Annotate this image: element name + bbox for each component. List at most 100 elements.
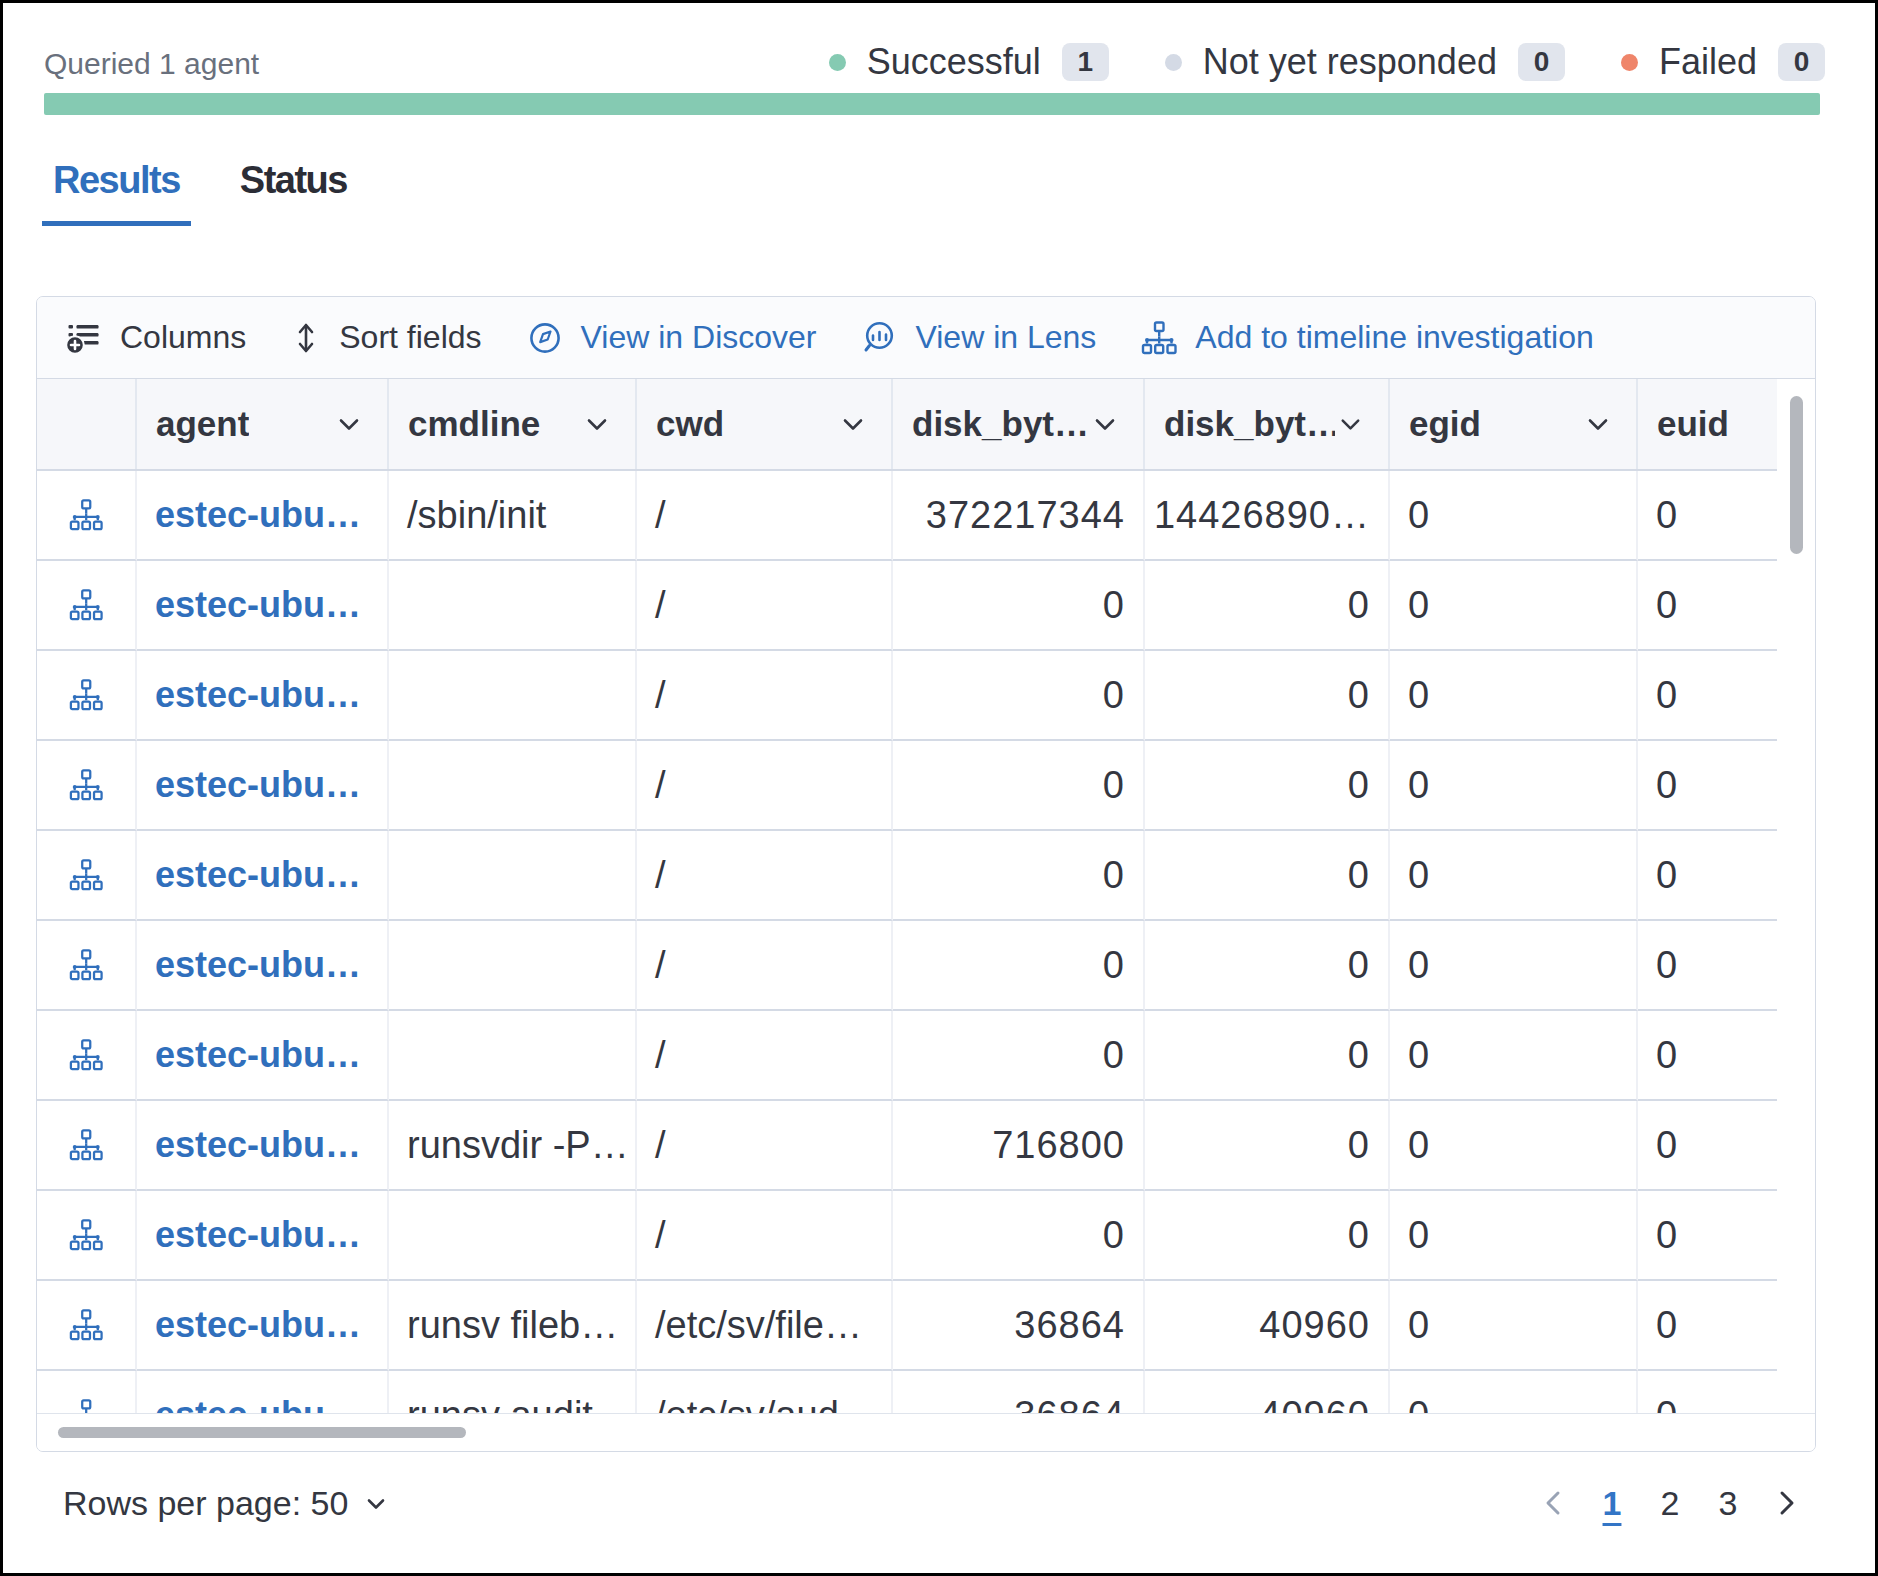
page-3-button[interactable]: 3 — [1706, 1478, 1750, 1528]
cell-disk-bytes-2: 14426890… — [1145, 471, 1390, 561]
cell-egid: 0 — [1390, 1191, 1638, 1281]
cell-euid: 0 — [1638, 1101, 1777, 1191]
column-header-cmdline[interactable]: cmdline — [389, 379, 637, 469]
cell-egid: 0 — [1390, 561, 1638, 651]
table-row: estec-ubu…/0000 — [37, 1191, 1777, 1281]
agent-link[interactable]: estec-ubu… — [155, 1034, 361, 1076]
columns-button[interactable]: Columns — [66, 319, 246, 356]
sort-icon — [291, 320, 321, 356]
failed-count-badge: 0 — [1778, 43, 1825, 82]
sort-chevron-icon — [1335, 408, 1366, 440]
page-2-button[interactable]: 2 — [1648, 1478, 1692, 1528]
cell-disk-bytes-2: 40960 — [1145, 1281, 1390, 1371]
column-header-label: cmdline — [408, 404, 540, 444]
cell-cmdline — [389, 921, 637, 1011]
cell-egid: 0 — [1390, 741, 1638, 831]
not-yet-responded-count-badge: 0 — [1518, 43, 1565, 82]
row-timeline-button[interactable] — [37, 921, 137, 1011]
row-timeline-button[interactable] — [37, 1191, 137, 1281]
agent-link[interactable]: estec-ubu… — [155, 1304, 361, 1346]
agent-link[interactable]: estec-ubu… — [155, 584, 361, 626]
cell-disk-bytes-1: 0 — [893, 651, 1145, 741]
legend-successful-label: Successful — [867, 41, 1041, 83]
view-in-discover-label: View in Discover — [581, 319, 817, 356]
column-header-label: agent — [156, 404, 249, 444]
agent-link[interactable]: estec-ubu… — [155, 944, 361, 986]
list-add-icon — [66, 320, 102, 356]
results-panel: Columns Sort fields View in Discover — [36, 296, 1816, 1452]
agent-link[interactable]: estec-ubu… — [155, 1124, 361, 1166]
agent-link[interactable]: estec-ubu… — [155, 764, 361, 806]
agent-link[interactable]: estec-ubu… — [155, 674, 361, 716]
cell-agent: estec-ubu… — [137, 471, 389, 561]
row-timeline-button[interactable] — [37, 831, 137, 921]
cell-euid: 0 — [1638, 831, 1777, 921]
column-header-euid: euid — [1638, 379, 1777, 469]
row-timeline-button[interactable] — [37, 1101, 137, 1191]
cell-cmdline: /sbin/init — [389, 471, 637, 561]
cell-euid: 0 — [1638, 651, 1777, 741]
cell-cmdline — [389, 1011, 637, 1101]
rows-per-page-label: Rows per page: 50 — [63, 1484, 348, 1523]
cell-disk-bytes-2: 0 — [1145, 831, 1390, 921]
table-row: estec-ubu…runsv fileb…/etc/sv/file…36864… — [37, 1281, 1777, 1371]
agent-link[interactable]: estec-ubu… — [155, 494, 361, 536]
timeline-icon — [69, 588, 103, 622]
cell-agent: estec-ubu… — [137, 651, 389, 741]
row-timeline-button[interactable] — [37, 651, 137, 741]
cell-cmdline: runsvdir -P… — [389, 1101, 637, 1191]
pagination: 1 2 3 — [1532, 1478, 1808, 1528]
cell-cwd: / — [637, 651, 893, 741]
cell-cmdline — [389, 561, 637, 651]
cell-agent: estec-ubu… — [137, 1281, 389, 1371]
table-row: estec-ubu…/sbin/init/37221734414426890…0… — [37, 471, 1777, 561]
horizontal-scrollbar[interactable] — [58, 1427, 466, 1438]
add-to-timeline-button[interactable]: Add to timeline investigation — [1141, 319, 1593, 356]
timeline-icon — [1141, 320, 1177, 356]
timeline-icon — [69, 1128, 103, 1162]
compass-icon — [527, 320, 563, 356]
table-row: estec-ubu…/0000 — [37, 1011, 1777, 1101]
cell-euid: 0 — [1638, 1011, 1777, 1101]
cell-euid: 0 — [1638, 561, 1777, 651]
sort-chevron-icon — [333, 408, 365, 440]
view-in-lens-button[interactable]: View in Lens — [861, 319, 1096, 356]
table-row: estec-ubu…/0000 — [37, 651, 1777, 741]
cell-cmdline — [389, 651, 637, 741]
column-header-egid[interactable]: egid — [1390, 379, 1638, 469]
tab-results[interactable]: Results — [42, 160, 191, 226]
row-timeline-button[interactable] — [37, 741, 137, 831]
cell-cwd: / — [637, 1011, 893, 1101]
next-page-button[interactable] — [1764, 1478, 1808, 1528]
cell-disk-bytes-1: 716800 — [893, 1101, 1145, 1191]
cell-egid: 0 — [1390, 471, 1638, 561]
sort-fields-button[interactable]: Sort fields — [291, 319, 481, 356]
legend-successful: Successful 1 — [829, 41, 1109, 83]
tab-status[interactable]: Status — [229, 160, 358, 226]
column-header-disk_byt_2[interactable]: disk_byt… — [1145, 379, 1390, 469]
column-header-disk_bytes_read[interactable]: cwd — [637, 379, 893, 469]
sort-fields-label: Sort fields — [339, 319, 481, 356]
table-row: estec-ubu…/0000 — [37, 561, 1777, 651]
legend-not-yet-responded-label: Not yet responded — [1203, 41, 1497, 83]
timeline-icon — [69, 948, 103, 982]
previous-page-button[interactable] — [1532, 1478, 1576, 1528]
cell-cmdline: runsv fileb… — [389, 1281, 637, 1371]
cell-cwd: / — [637, 561, 893, 651]
row-timeline-button[interactable] — [37, 1281, 137, 1371]
column-header-disk_byt_1[interactable]: disk_byt… — [893, 379, 1145, 469]
timeline-icon — [69, 498, 103, 532]
agent-link[interactable]: estec-ubu… — [155, 854, 361, 896]
rows-per-page-control[interactable]: Rows per page: 50 — [63, 1484, 390, 1523]
row-timeline-button[interactable] — [37, 471, 137, 561]
agent-link[interactable]: estec-ubu… — [155, 1214, 361, 1256]
view-in-discover-button[interactable]: View in Discover — [527, 319, 817, 356]
table-row: estec-ubu…/0000 — [37, 741, 1777, 831]
timeline-icon — [69, 858, 103, 892]
page-1-button[interactable]: 1 — [1590, 1478, 1634, 1528]
column-header-agent[interactable]: agent — [137, 379, 389, 469]
vertical-scrollbar[interactable] — [1790, 396, 1803, 554]
column-header-label: cwd — [656, 404, 724, 444]
row-timeline-button[interactable] — [37, 1011, 137, 1101]
row-timeline-button[interactable] — [37, 561, 137, 651]
